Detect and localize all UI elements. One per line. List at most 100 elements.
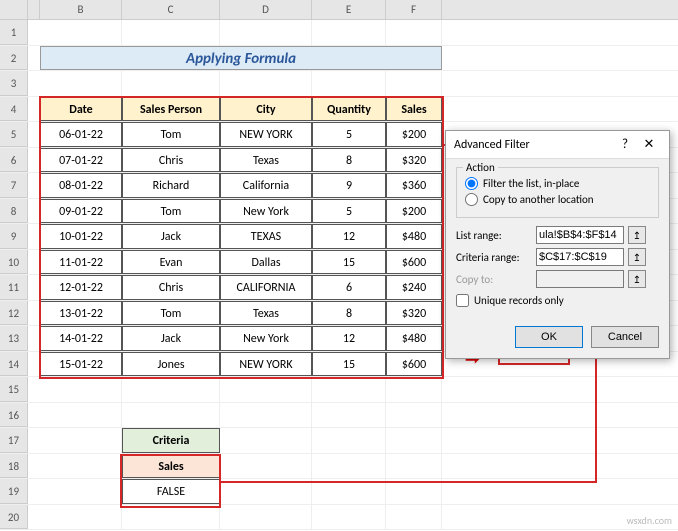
row-header[interactable]: 13 [0,326,28,351]
row-header[interactable]: 8 [0,199,28,224]
criteria-value[interactable]: FALSE [122,479,220,504]
cell-city[interactable]: Dallas [220,250,312,275]
cell-qty[interactable]: 12 [312,224,386,249]
cell-qty[interactable]: 5 [312,122,386,147]
cell-date[interactable]: 11-01-22 [40,250,122,275]
row-header[interactable]: 3 [0,71,28,96]
dialog-titlebar[interactable]: Advanced Filter ? ✕ [446,131,669,159]
cell-sales[interactable]: $240 [386,275,442,300]
cell-qty[interactable]: 15 [312,352,386,377]
cell-date[interactable]: 08-01-22 [40,173,122,198]
col-header-c[interactable]: C [122,0,220,19]
cell-person[interactable]: Jack [122,326,220,351]
cell-qty[interactable]: 5 [312,199,386,224]
cell-qty[interactable]: 8 [312,301,386,326]
cell-person[interactable]: Chris [122,275,220,300]
row-header[interactable]: 16 [0,403,28,428]
row-header[interactable]: 7 [0,173,28,198]
cell-qty[interactable]: 6 [312,275,386,300]
cell-date[interactable]: 07-01-22 [40,148,122,173]
cell-city[interactable]: New York [220,326,312,351]
cell-date[interactable]: 06-01-22 [40,122,122,147]
row-header[interactable]: 6 [0,148,28,173]
list-range-ref-icon[interactable]: ↥ [628,226,646,244]
row-header[interactable]: 9 [0,224,28,249]
copy-to-input [536,270,624,288]
cell-date[interactable]: 09-01-22 [40,199,122,224]
cell-city[interactable]: New York [220,199,312,224]
cell-sales[interactable]: $320 [386,301,442,326]
cell-date[interactable]: 12-01-22 [40,275,122,300]
criteria-header[interactable]: Criteria [122,428,220,453]
cell-qty[interactable]: 12 [312,326,386,351]
cell-city[interactable]: NEW YORK [220,352,312,377]
cancel-button[interactable]: Cancel [591,326,659,348]
cell-date[interactable]: 15-01-22 [40,352,122,377]
cell-city[interactable]: NEW YORK [220,122,312,147]
cell-date[interactable]: 13-01-22 [40,301,122,326]
cell-qty[interactable]: 8 [312,148,386,173]
row-header[interactable]: 19 [0,479,28,504]
cell-person[interactable]: Tom [122,199,220,224]
unique-records-checkbox[interactable] [456,294,469,307]
col-header-e[interactable]: E [312,0,386,19]
row-header[interactable]: 1 [0,20,28,45]
th-qty[interactable]: Quantity [312,97,386,122]
cell-qty[interactable]: 15 [312,250,386,275]
cell-city[interactable]: Texas [220,148,312,173]
cell-qty[interactable]: 9 [312,173,386,198]
row-header[interactable]: 17 [0,428,28,453]
cell-sales[interactable]: $480 [386,224,442,249]
list-range-input[interactable] [536,226,624,244]
criteria-range-ref-icon[interactable]: ↥ [628,248,646,266]
cell-person[interactable]: Chris [122,148,220,173]
copy-to-ref-icon[interactable]: ↥ [628,270,646,288]
cell-sales[interactable]: $480 [386,326,442,351]
cell-city[interactable]: California [220,173,312,198]
cell-person[interactable]: Richard [122,173,220,198]
cell-date[interactable]: 10-01-22 [40,224,122,249]
cell-sales[interactable]: $600 [386,250,442,275]
cell-person[interactable]: Jones [122,352,220,377]
row-header[interactable]: 12 [0,301,28,326]
row-header[interactable]: 18 [0,454,28,479]
select-all-corner[interactable] [0,0,28,19]
cell-city[interactable]: CALIFORNIA [220,275,312,300]
row-header[interactable]: 20 [0,505,28,530]
radio-filter-inplace[interactable] [465,177,478,190]
row-header[interactable]: 10 [0,250,28,275]
col-header-a[interactable] [28,0,40,19]
col-header-b[interactable]: B [40,0,122,19]
help-icon[interactable]: ? [613,137,637,152]
col-header-d[interactable]: D [220,0,312,19]
cell-person[interactable]: Tom [122,301,220,326]
criteria-range-input[interactable] [536,248,624,266]
close-icon[interactable]: ✕ [637,137,661,152]
row-header[interactable]: 4 [0,97,28,122]
cell-person[interactable]: Tom [122,122,220,147]
row-header[interactable]: 2 [0,46,28,71]
th-sales[interactable]: Sales [386,97,442,122]
cell-date[interactable]: 14-01-22 [40,326,122,351]
cell-sales[interactable]: $200 [386,199,442,224]
criteria-field[interactable]: Sales [122,454,220,479]
ok-button[interactable]: OK [515,326,583,348]
row-header[interactable]: 11 [0,275,28,300]
row-header[interactable]: 14 [0,352,28,377]
cell-person[interactable]: Jack [122,224,220,249]
row-header[interactable]: 5 [0,122,28,147]
cell-person[interactable]: Evan [122,250,220,275]
cell-sales[interactable]: $360 [386,173,442,198]
cell-city[interactable]: Texas [220,301,312,326]
cell-sales[interactable]: $600 [386,352,442,377]
th-person[interactable]: Sales Person [122,97,220,122]
cell-city[interactable]: TEXAS [220,224,312,249]
cell-sales[interactable]: $320 [386,148,442,173]
sheet-title: Applying Formula [40,46,442,71]
col-header-f[interactable]: F [386,0,442,19]
cell-sales[interactable]: $200 [386,122,442,147]
radio-copy-location[interactable] [465,193,478,206]
th-date[interactable]: Date [40,97,122,122]
th-city[interactable]: City [220,97,312,122]
row-header[interactable]: 15 [0,377,28,402]
